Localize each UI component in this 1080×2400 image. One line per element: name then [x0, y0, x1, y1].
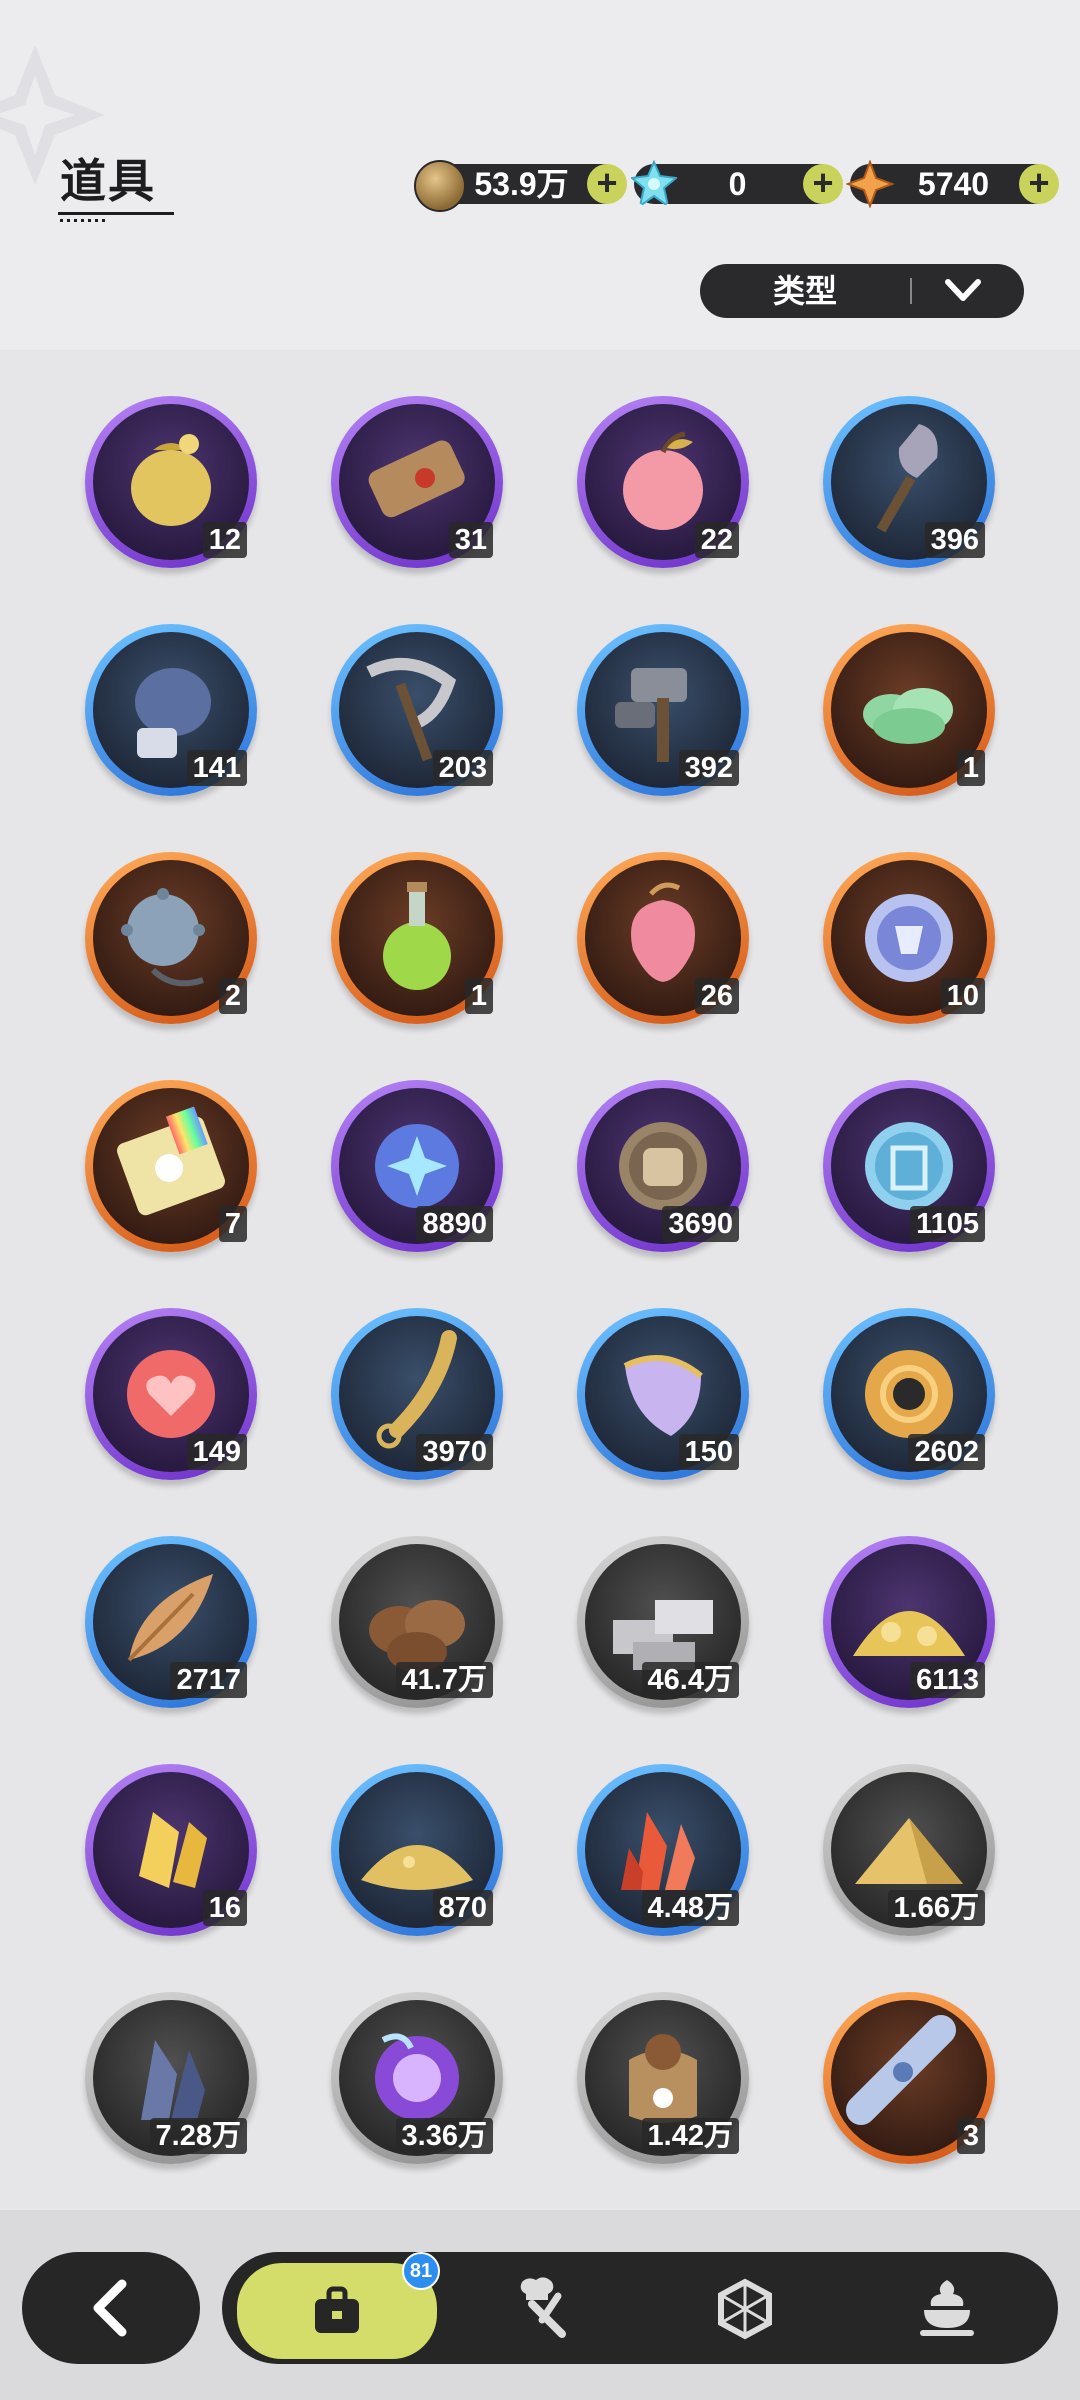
item-slot[interactable]: 7.28万 [85, 1992, 257, 2164]
item-count: 396 [924, 522, 985, 558]
item-slot[interactable]: 1 [823, 624, 995, 796]
chef-knife-icon [520, 2277, 566, 2338]
item-count: 6113 [910, 1662, 985, 1698]
item-count: 7.28万 [149, 2118, 247, 2154]
item-count: 3970 [416, 1434, 493, 1470]
item-count: 2602 [908, 1434, 985, 1470]
tab-hexagon[interactable] [652, 2252, 842, 2364]
item-count: 46.4万 [641, 1662, 739, 1698]
star-icon [846, 160, 894, 208]
item-slot[interactable]: 46.4万 [577, 1536, 749, 1708]
item-count: 3 [956, 2118, 985, 2154]
title-underline [58, 212, 174, 215]
pudding-icon [920, 2280, 974, 2336]
currency-crystal-value: 0 [728, 166, 747, 202]
tab-dessert[interactable] [852, 2252, 1042, 2364]
item-grid: 12 31 22 396 141 203 392 1 2 1 26 10 7 8890 3690 1105 14… [0, 350, 1080, 2210]
back-arrow-icon [93, 2279, 127, 2337]
item-slot[interactable]: 6113 [823, 1536, 995, 1708]
item-count: 7 [218, 1206, 247, 1242]
item-count: 1105 [910, 1206, 985, 1242]
item-count: 2717 [170, 1662, 247, 1698]
item-count: 10 [940, 978, 985, 1014]
item-count: 31 [448, 522, 493, 558]
item-count: 203 [432, 750, 493, 786]
item-slot[interactable]: 7 [85, 1080, 257, 1252]
item-count: 150 [678, 1434, 739, 1470]
item-count: 1 [956, 750, 985, 786]
item-slot[interactable]: 2 [85, 852, 257, 1024]
item-count: 1 [464, 978, 493, 1014]
filter-separator [910, 278, 912, 304]
item-slot[interactable]: 12 [85, 396, 257, 568]
item-slot[interactable]: 150 [577, 1308, 749, 1480]
item-count: 3690 [662, 1206, 739, 1242]
item-count: 41.7万 [395, 1662, 493, 1698]
bag-icon [315, 2286, 359, 2333]
item-slot[interactable]: 3 [823, 1992, 995, 2164]
currency-star: 5740 + [846, 160, 1059, 208]
item-slot[interactable]: 16 [85, 1764, 257, 1936]
item-count: 3.36万 [395, 2118, 493, 2154]
item-slot[interactable]: 2602 [823, 1308, 995, 1480]
item-count: 141 [186, 750, 247, 786]
item-slot[interactable]: 203 [331, 624, 503, 796]
item-count: 1.42万 [641, 2118, 739, 2154]
item-slot[interactable]: 392 [577, 624, 749, 796]
chevron-down-icon [945, 279, 981, 301]
item-slot[interactable]: 3970 [331, 1308, 503, 1480]
filter-label: 类型 [772, 273, 837, 309]
hexagon-icon [718, 2278, 772, 2340]
item-count: 2 [218, 978, 247, 1014]
item-slot[interactable]: 22 [577, 396, 749, 568]
currency-star-value: 5740 [917, 166, 990, 202]
currency-coins-value: 53.9万 [474, 166, 569, 202]
item-slot[interactable]: 41.7万 [331, 1536, 503, 1708]
currency-coins: 53.9万 + [414, 160, 627, 212]
item-count: 22 [694, 522, 739, 558]
coin-icon [414, 160, 466, 212]
bottom-tab-bar: 81 [222, 2252, 1058, 2364]
add-coins-button[interactable]: + [587, 164, 627, 204]
type-filter-dropdown[interactable]: 类型 [700, 264, 1024, 318]
item-slot[interactable]: 149 [85, 1308, 257, 1480]
item-count: 12 [202, 522, 247, 558]
item-count: 4.48万 [641, 1890, 739, 1926]
item-slot[interactable]: 4.48万 [577, 1764, 749, 1936]
item-slot[interactable]: 1105 [823, 1080, 995, 1252]
item-slot[interactable]: 870 [331, 1764, 503, 1936]
item-count: 870 [432, 1890, 493, 1926]
item-slot[interactable]: 26 [577, 852, 749, 1024]
item-count: 1.66万 [887, 1890, 985, 1926]
item-slot[interactable]: 141 [85, 624, 257, 796]
back-button[interactable] [22, 2252, 200, 2364]
item-slot[interactable]: 3.36万 [331, 1992, 503, 2164]
item-count: 26 [694, 978, 739, 1014]
item-slot[interactable]: 396 [823, 396, 995, 568]
page-title: 道具 [60, 155, 156, 207]
tab-cooking[interactable] [452, 2252, 642, 2364]
item-slot[interactable]: 31 [331, 396, 503, 568]
item-slot[interactable]: 8890 [331, 1080, 503, 1252]
item-slot[interactable]: 2717 [85, 1536, 257, 1708]
item-slot[interactable]: 1.42万 [577, 1992, 749, 2164]
crystal-icon [630, 160, 678, 208]
item-count: 392 [678, 750, 739, 786]
currency-crystal: 0 + [630, 160, 843, 208]
title-dots [60, 219, 106, 222]
item-count: 149 [186, 1434, 247, 1470]
item-slot[interactable]: 10 [823, 852, 995, 1024]
item-count: 8890 [416, 1206, 493, 1242]
item-slot[interactable]: 1.66万 [823, 1764, 995, 1936]
add-star-button[interactable]: + [1019, 164, 1059, 204]
add-crystal-button[interactable]: + [803, 164, 843, 204]
item-slot[interactable]: 1 [331, 852, 503, 1024]
item-slot[interactable]: 3690 [577, 1080, 749, 1252]
item-count: 16 [202, 1890, 247, 1926]
notification-badge: 81 [402, 2252, 440, 2290]
